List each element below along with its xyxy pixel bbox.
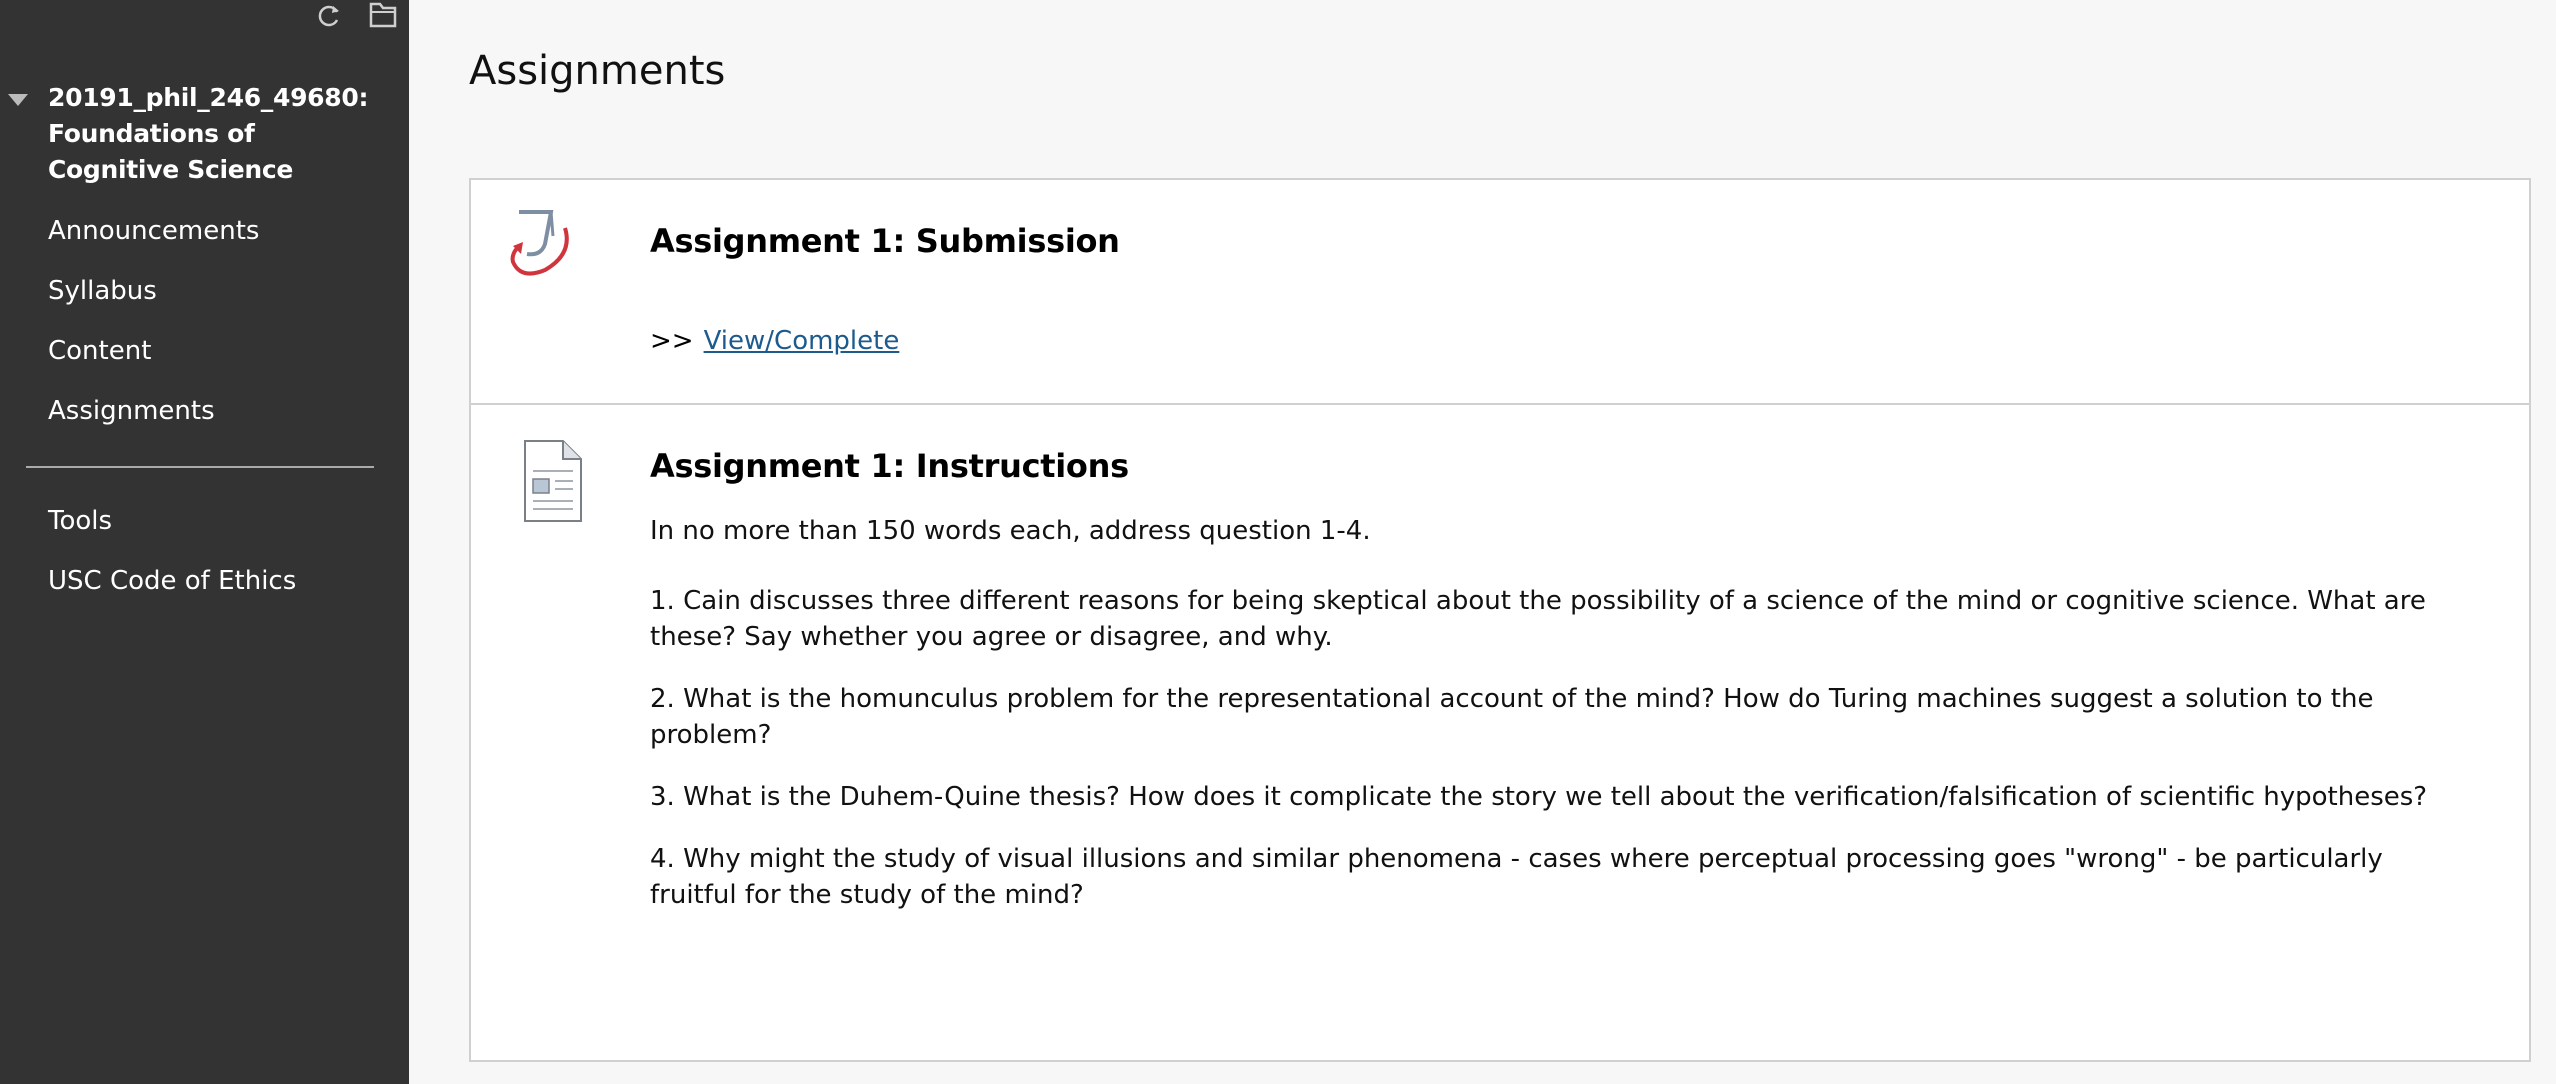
question-3: 3. What is the Duhem-Quine thesis? How d… <box>650 782 2428 812</box>
assignments-list: Assignment 1: Submission >> View/Complete <box>469 178 2531 1062</box>
view-complete-link[interactable]: View/Complete <box>704 326 900 356</box>
view-complete-line: >> View/Complete <box>650 326 899 356</box>
sidebar-item-announcements[interactable]: Announcements <box>48 210 259 270</box>
question-1: 1. Cain discusses three different reason… <box>650 586 2426 652</box>
folder-icon[interactable] <box>367 0 399 30</box>
refresh-icon[interactable] <box>313 0 345 30</box>
page-title: Assignments <box>469 48 726 94</box>
course-header: 20191_phil_246_49680: Foundations of Cog… <box>0 80 409 188</box>
assignment-item: Assignment 1: Submission >> View/Complete <box>471 180 2529 405</box>
sidebar-item-code-of-ethics[interactable]: USC Code of Ethics <box>48 560 296 620</box>
sidebar-item-syllabus[interactable]: Syllabus <box>48 270 259 330</box>
sidebar-item-tools[interactable]: Tools <box>48 500 296 560</box>
assignment-instructions: In no more than 150 words each, address … <box>650 513 2470 939</box>
turnitin-icon <box>505 206 577 280</box>
course-menu-secondary: Tools USC Code of Ethics <box>48 500 296 620</box>
document-icon <box>523 439 583 523</box>
assignment-title[interactable]: Assignment 1: Instructions <box>650 447 1129 485</box>
question-2: 2. What is the homunculus problem for th… <box>650 684 2374 750</box>
link-prefix: >> <box>650 326 694 356</box>
menu-divider <box>26 466 374 468</box>
sidebar-toolbar <box>313 0 399 30</box>
assignment-title[interactable]: Assignment 1: Submission <box>650 222 1120 260</box>
main-content: Assignments Assignment 1: Submission >> V… <box>409 0 2556 1084</box>
question-4: 4. Why might the study of visual illusio… <box>650 844 2383 910</box>
course-title[interactable]: 20191_phil_246_49680: Foundations of Cog… <box>48 80 378 188</box>
course-menu: Announcements Syllabus Content Assignmen… <box>48 210 259 450</box>
instructions-intro: In no more than 150 words each, address … <box>650 516 1371 546</box>
collapse-arrow-icon[interactable] <box>0 80 48 188</box>
course-sidebar: 20191_phil_246_49680: Foundations of Cog… <box>0 0 409 1084</box>
sidebar-item-content[interactable]: Content <box>48 330 259 390</box>
assignment-item: Assignment 1: Instructions In no more th… <box>471 405 2529 1060</box>
sidebar-item-assignments[interactable]: Assignments <box>48 390 259 450</box>
